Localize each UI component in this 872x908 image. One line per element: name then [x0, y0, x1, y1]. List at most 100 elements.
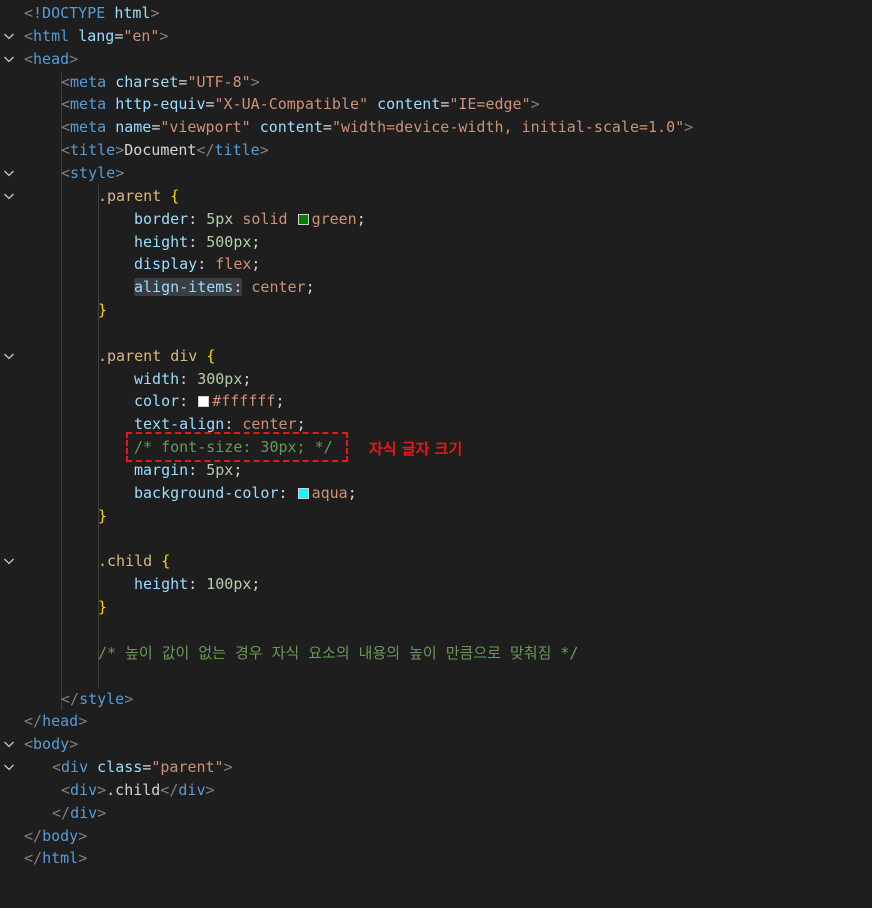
code-line[interactable]: margin: 5px;	[0, 459, 872, 482]
code-line[interactable]	[0, 528, 872, 551]
code-line[interactable]: <meta charset="UTF-8">	[0, 71, 872, 94]
code-line[interactable]	[0, 322, 872, 345]
code-token: >	[115, 141, 125, 160]
code-token: </	[160, 780, 179, 799]
color-swatch-icon[interactable]	[297, 213, 309, 225]
code-text: background-color: aqua;	[134, 482, 357, 505]
code-line[interactable]: background-color: aqua;	[0, 482, 872, 505]
code-line[interactable]: <style>	[0, 162, 872, 185]
code-line[interactable]: height: 100px;	[0, 573, 872, 596]
code-line[interactable]: </style>	[0, 688, 872, 711]
code-token: body	[42, 826, 79, 845]
chevron-down-icon[interactable]	[3, 53, 15, 65]
code-token: charset	[115, 72, 179, 91]
code-line[interactable]: <html lang="en">	[0, 25, 872, 48]
code-line[interactable]: <meta http-equiv="X-UA-Compatible" conte…	[0, 93, 872, 116]
code-text: </div>	[52, 802, 106, 825]
code-token: :	[179, 369, 198, 388]
code-line[interactable]: </html>	[0, 847, 872, 870]
code-line[interactable]: display: flex;	[0, 253, 872, 276]
code-line[interactable]: align-items: center;	[0, 276, 872, 299]
code-line[interactable]: .child {	[0, 550, 872, 573]
chevron-down-icon[interactable]	[3, 167, 15, 179]
chevron-down-icon[interactable]	[3, 555, 15, 567]
code-token: flex	[215, 255, 252, 274]
code-line[interactable]: <body>	[0, 733, 872, 756]
code-token: html	[42, 849, 79, 868]
code-line[interactable]: <div class="parent">	[0, 756, 872, 779]
code-token: "width=device-width, initial-scale=1.0"	[331, 118, 685, 137]
chevron-down-icon[interactable]	[3, 738, 15, 750]
code-token: head	[42, 712, 79, 731]
chevron-down-icon[interactable]	[3, 761, 15, 773]
code-line[interactable]: <head>	[0, 48, 872, 71]
chevron-down-icon[interactable]	[3, 350, 15, 362]
code-token: text-align	[134, 415, 225, 434]
code-token: name	[115, 118, 152, 137]
code-token: div	[70, 780, 98, 799]
code-token: :	[188, 575, 207, 594]
code-line[interactable]: border: 5px solid green;	[0, 208, 872, 231]
code-line[interactable]: }	[0, 299, 872, 322]
color-swatch-icon[interactable]	[297, 487, 309, 499]
chevron-down-icon[interactable]	[3, 190, 15, 202]
code-token: >	[223, 758, 233, 777]
code-token: body	[33, 735, 70, 754]
code-text: <html lang="en">	[24, 25, 169, 48]
code-token: =	[322, 118, 332, 137]
code-token: }	[98, 301, 108, 320]
code-text: }	[98, 505, 107, 528]
code-token: =	[142, 758, 152, 777]
code-text: margin: 5px;	[134, 459, 242, 482]
chevron-down-icon[interactable]	[3, 30, 15, 42]
code-line[interactable]: <div>.child</div>	[0, 779, 872, 802]
code-line[interactable]: color: #ffffff;	[0, 390, 872, 413]
code-text: color: #ffffff;	[134, 390, 284, 413]
code-token: >	[124, 689, 134, 708]
code-token: html	[33, 26, 70, 45]
code-token: 5px	[206, 461, 234, 479]
code-line[interactable]: .parent {	[0, 185, 872, 208]
code-text: height: 100px;	[134, 573, 260, 596]
code-token: =	[151, 118, 161, 137]
color-swatch-icon[interactable]	[198, 396, 210, 408]
code-token: display	[134, 255, 198, 274]
code-line[interactable]: }	[0, 505, 872, 528]
code-line[interactable]: /* 높이 값이 없는 경우 자식 요소의 내용의 높이 만큼으로 맞춰짐 */	[0, 642, 872, 665]
code-text: <head>	[24, 48, 78, 71]
code-text: <meta name="viewport" content="width=dev…	[61, 116, 693, 139]
code-line[interactable]: width: 300px;	[0, 368, 872, 391]
code-token: ;	[242, 369, 252, 388]
code-text: <meta charset="UTF-8">	[61, 71, 260, 94]
code-token: ;	[296, 415, 306, 434]
code-line[interactable]: </body>	[0, 825, 872, 848]
code-token: meta	[70, 118, 107, 137]
code-token: >	[97, 803, 107, 822]
code-text: align-items: center;	[134, 276, 315, 299]
code-token: title	[214, 141, 260, 160]
code-line[interactable]	[0, 665, 872, 688]
code-line[interactable]: </div>	[0, 802, 872, 825]
code-token: :	[188, 209, 207, 228]
code-line[interactable]: }	[0, 596, 872, 619]
code-line[interactable]: .parent div {	[0, 345, 872, 368]
code-token: <	[52, 758, 62, 777]
code-token: "viewport"	[160, 118, 251, 137]
code-token: >	[259, 141, 269, 160]
code-token: :	[188, 232, 207, 251]
code-line[interactable]: <title>Document</title>	[0, 139, 872, 162]
code-line[interactable]	[0, 619, 872, 642]
code-token: 300px	[197, 369, 243, 388]
code-token: http-equiv	[115, 95, 206, 114]
code-line[interactable]: </head>	[0, 710, 872, 733]
code-line[interactable]: <meta name="viewport" content="width=dev…	[0, 116, 872, 139]
code-line[interactable]: <!DOCTYPE html>	[0, 2, 872, 25]
code-token: =	[205, 95, 215, 114]
code-line[interactable]: height: 500px;	[0, 231, 872, 254]
code-token: ;	[305, 278, 315, 297]
